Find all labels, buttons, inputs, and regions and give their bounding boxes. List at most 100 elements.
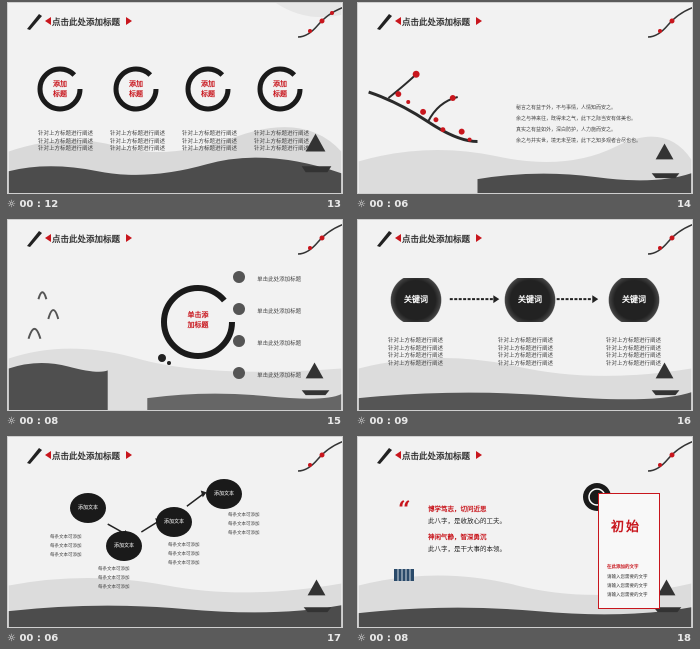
brush-icon bbox=[377, 448, 392, 464]
node-label: 添加文本 bbox=[77, 505, 98, 511]
body-text: 针对上方标题进行阐述 针对上方标题进行阐述 针对上方标题进行阐述 bbox=[110, 131, 166, 152]
ink-circle-1[interactable]: 添加 标题 bbox=[36, 65, 84, 113]
slide-number: 13 bbox=[327, 199, 341, 210]
left-arrow-icon bbox=[395, 234, 401, 242]
plum-blossom-icon bbox=[647, 7, 692, 38]
poem-line: 秘言之有益于外，不与事情，人情知而安之。 bbox=[516, 105, 617, 111]
plum-blossom-icon bbox=[297, 7, 342, 38]
slide-footer: ☼ 00 : 12 13 bbox=[7, 197, 343, 213]
main-ink-circle[interactable]: 单击添 加标题 bbox=[158, 282, 238, 362]
node-desc: 每条文本可添加 每条文本可添加 每条文本可添加 bbox=[168, 543, 200, 566]
slide-timing: ☼ 00 : 08 bbox=[357, 633, 409, 644]
left-arrow-icon bbox=[45, 234, 51, 242]
timer-icon: ☼ bbox=[357, 633, 370, 644]
slide-thumbnail-13[interactable]: 点击此处添加标题 添加 标题 添加 标题 添加 标题 添加 标题 针对上方标题进… bbox=[7, 2, 343, 194]
quote-title: 博学笃志，切问近思 bbox=[428, 505, 487, 513]
keyword-label: 关键词 bbox=[622, 295, 646, 304]
body-text: 针对上方标题进行阐述 针对上方标题进行阐述 针对上方标题进行阐述 针对上方标题进… bbox=[606, 338, 662, 367]
slide-title: 点击此处添加标题 bbox=[402, 235, 471, 245]
slide-timing: ☼ 00 : 06 bbox=[7, 633, 59, 644]
slide-title: 点击此处添加标题 bbox=[402, 452, 471, 462]
side-title: 初始 bbox=[611, 520, 642, 535]
slide-footer: ☼ 00 : 08 15 bbox=[7, 414, 343, 430]
slide-number: 15 bbox=[327, 416, 341, 427]
text-node[interactable]: 添加文本 bbox=[206, 479, 242, 509]
side-panel: 初始 在此添加的文字 请输入您需要的文字 请输入您需要的文字 请输入您需要的文字 bbox=[598, 493, 660, 609]
slide-thumbnail-15[interactable]: 点击此处添加标题 单击添 加标题 单击此处添加标题 单击此处添加标题 单击此处添… bbox=[7, 219, 343, 411]
node-label: 添加文本 bbox=[213, 491, 234, 497]
slide-cell-16: 点击此处添加标题 关键词 关键词 关键词 针对上方标题进行阐述 针对上方标题进行… bbox=[350, 217, 700, 432]
ink-circle-4[interactable]: 添加 标题 bbox=[256, 65, 304, 113]
right-arrow-icon bbox=[126, 451, 132, 459]
slide-footer: ☼ 00 : 06 14 bbox=[357, 197, 693, 213]
side-item: 请输入您需要的文字 bbox=[607, 584, 648, 589]
text-node[interactable]: 添加文本 bbox=[70, 493, 106, 523]
bamboo-scroll-icon bbox=[394, 569, 414, 581]
right-arrow-icon bbox=[126, 234, 132, 242]
quote-mark-icon: “ bbox=[398, 497, 411, 523]
timer-icon: ☼ bbox=[7, 633, 20, 644]
slide-footer: ☼ 00 : 06 17 bbox=[7, 631, 343, 647]
keyword-label: 关键词 bbox=[404, 295, 428, 304]
slide-title: 点击此处添加标题 bbox=[52, 452, 121, 462]
brush-icon bbox=[27, 231, 42, 247]
side-item: 请输入您需要的文字 bbox=[607, 593, 648, 598]
slide-thumbnail-18[interactable]: 点击此处添加标题 “ 博学笃志，切问近思 此八字，是收放心的工夫。 神闲气静，智… bbox=[357, 436, 693, 628]
keyword-blob[interactable]: 关键词 bbox=[606, 278, 662, 322]
center-label: 单击添 加标题 bbox=[187, 311, 209, 329]
left-arrow-icon bbox=[45, 451, 51, 459]
slide-cell-14: 点击此处添加标题 秘言之有益于外，不与事情，人情知而安之。 余之与神来往，既得未… bbox=[350, 0, 700, 215]
ink-splash-icon bbox=[158, 354, 171, 365]
slide-footer: ☼ 00 : 08 18 bbox=[357, 631, 693, 647]
timer-icon: ☼ bbox=[357, 416, 370, 427]
left-arrow-icon bbox=[45, 17, 51, 25]
text-node[interactable]: 添加文本 bbox=[156, 507, 192, 537]
body-text: 针对上方标题进行阐述 针对上方标题进行阐述 针对上方标题进行阐述 bbox=[38, 131, 94, 152]
item-label: 单击此处添加标题 bbox=[257, 309, 302, 315]
item-label: 单击此处添加标题 bbox=[257, 341, 302, 347]
ink-dot-icon bbox=[233, 334, 245, 347]
side-item: 在此添加的文字 bbox=[607, 565, 639, 570]
node-desc: 每条文本可添加 每条文本可添加 每条文本可添加 bbox=[50, 535, 82, 558]
list-item[interactable]: 单击此处添加标题 bbox=[232, 362, 301, 381]
slide-cell-18: 点击此处添加标题 “ 博学笃志，切问近思 此八字，是收放心的工夫。 神闲气静，智… bbox=[350, 434, 700, 649]
slide-timing: ☼ 00 : 12 bbox=[7, 199, 59, 210]
slide-thumbnail-16[interactable]: 点击此处添加标题 关键词 关键词 关键词 针对上方标题进行阐述 针对上方标题进行… bbox=[357, 219, 693, 411]
timer-icon: ☼ bbox=[7, 416, 20, 427]
circle-label: 添加 标题 bbox=[129, 80, 143, 98]
body-text: 针对上方标题进行阐述 针对上方标题进行阐述 针对上方标题进行阐述 针对上方标题进… bbox=[388, 338, 444, 367]
list-item[interactable]: 单击此处添加标题 bbox=[232, 266, 301, 285]
poem-line: 真实之有益如外，深白防护，人力施而安之。 bbox=[516, 127, 617, 133]
ink-circle-2[interactable]: 添加 标题 bbox=[112, 65, 160, 113]
slide-number: 18 bbox=[677, 633, 691, 644]
ink-circle-3[interactable]: 添加 标题 bbox=[184, 65, 232, 113]
slide-thumbnail-14[interactable]: 点击此处添加标题 秘言之有益于外，不与事情，人情知而安之。 余之与神来往，既得未… bbox=[357, 2, 693, 194]
quote-body: 此八字，是干大事的本领。 bbox=[428, 545, 506, 553]
slide-number: 14 bbox=[677, 199, 691, 210]
slide-number: 16 bbox=[677, 416, 691, 427]
list-item[interactable]: 单击此处添加标题 bbox=[232, 330, 301, 349]
brush-icon bbox=[377, 231, 392, 247]
right-arrow-icon bbox=[126, 17, 132, 25]
list-item[interactable]: 单击此处添加标题 bbox=[232, 298, 301, 317]
slide-timing: ☼ 00 : 08 bbox=[7, 416, 59, 427]
slide-cell-15: 点击此处添加标题 单击添 加标题 单击此处添加标题 单击此处添加标题 单击此处添… bbox=[0, 217, 350, 432]
right-arrow-icon bbox=[476, 234, 482, 242]
slide-cell-13: 点击此处添加标题 添加 标题 添加 标题 添加 标题 添加 标题 针对上方标题进… bbox=[0, 0, 350, 215]
text-node[interactable]: 添加文本 bbox=[106, 531, 142, 561]
slide-thumbnail-17[interactable]: 点击此处添加标题 添加文本 添加文本 添加文本 添加文本 每条文本可添加 每条文… bbox=[7, 436, 343, 628]
body-text: 针对上方标题进行阐述 针对上方标题进行阐述 针对上方标题进行阐述 bbox=[182, 131, 238, 152]
plum-blossom-icon bbox=[647, 441, 692, 472]
ink-dot-icon bbox=[233, 270, 245, 283]
keyword-blob[interactable]: 关键词 bbox=[388, 278, 444, 322]
slide-title: 点击此处添加标题 bbox=[52, 18, 121, 28]
circle-label: 添加 标题 bbox=[201, 80, 215, 98]
left-arrow-icon bbox=[395, 17, 401, 25]
slide-grid: 点击此处添加标题 添加 标题 添加 标题 添加 标题 添加 标题 针对上方标题进… bbox=[0, 0, 700, 646]
plum-blossom-icon bbox=[297, 441, 342, 472]
node-desc: 每条文本可添加 每条文本可添加 每条文本可添加 bbox=[98, 567, 130, 590]
poem-text: 秘言之有益于外，不与事情，人情知而安之。 余之与神来往，既得未之气，此下之际当安… bbox=[516, 103, 641, 147]
slide-title: 点击此处添加标题 bbox=[52, 235, 121, 245]
circle-label: 添加 标题 bbox=[273, 80, 287, 98]
keyword-blob[interactable]: 关键词 bbox=[502, 278, 558, 322]
